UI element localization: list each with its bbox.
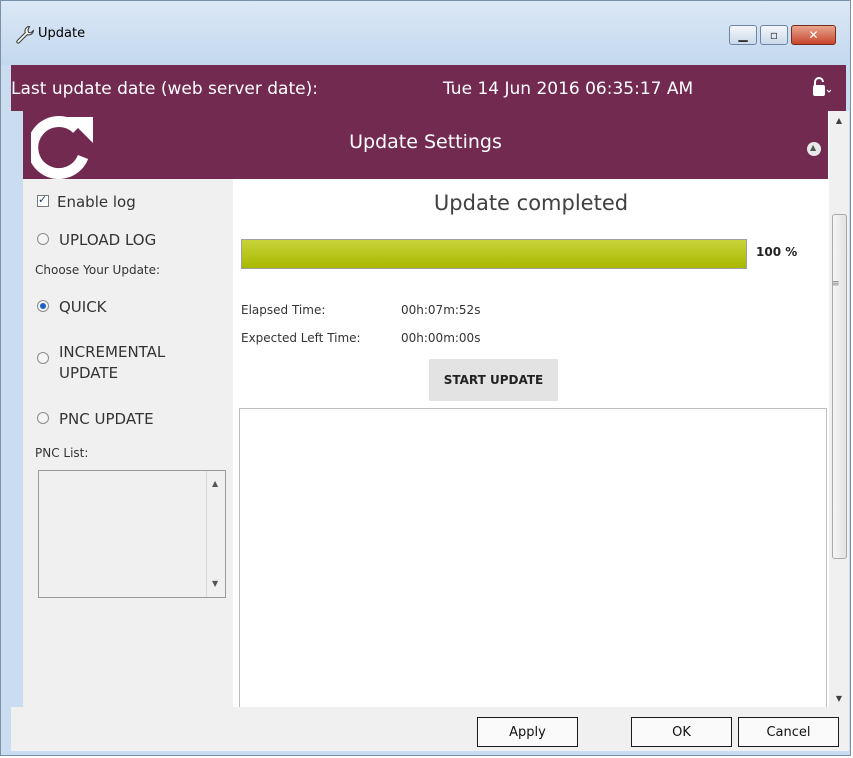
- elapsed-time-label: Elapsed Time:: [241, 303, 326, 317]
- title-bar[interactable]: Update ▁ ▫ ✕: [1, 1, 850, 65]
- scroll-down-icon[interactable]: ▼: [829, 689, 849, 707]
- dialog-footer: Apply OK Cancel: [11, 707, 849, 751]
- upload-log-label: UPLOAD LOG: [59, 231, 157, 249]
- quick-label: QUICK: [59, 298, 107, 316]
- scroll-up-icon[interactable]: ▲: [212, 479, 218, 488]
- checkbox-icon: ✓: [37, 193, 49, 207]
- wrench-icon: [16, 25, 34, 44]
- last-update-bar: Last update date (web server date): Tue …: [11, 65, 846, 111]
- scrollbar-thumb[interactable]: [832, 214, 847, 559]
- enable-log-checkbox[interactable]: ✓ Enable log: [37, 193, 136, 211]
- progress-percent: 100 %: [756, 245, 798, 259]
- padlock-icon[interactable]: [809, 76, 831, 98]
- update-status: Update completed: [433, 191, 629, 215]
- cancel-button[interactable]: Cancel: [738, 717, 839, 747]
- pnc-list-label: PNC List:: [35, 446, 89, 460]
- enable-log-label: Enable log: [57, 193, 136, 211]
- incremental-update-option[interactable]: INCREMENTAL UPDATE: [37, 342, 207, 384]
- close-button[interactable]: ✕: [791, 25, 836, 45]
- pnc-update-label: PNC UPDATE: [59, 410, 154, 428]
- scroll-up-icon[interactable]: ▲: [829, 111, 849, 129]
- minimize-icon: ▁: [738, 28, 748, 42]
- content-area: Update Settings ▲ ✓ Enable log UPLOAD LO…: [23, 111, 849, 708]
- choose-update-label: Choose Your Update:: [35, 263, 161, 277]
- radio-icon: [37, 412, 49, 424]
- last-update-label: Last update date (web server date):: [11, 79, 318, 99]
- pnc-list-scrollbar[interactable]: ▲ ▼: [206, 471, 225, 597]
- quick-option[interactable]: QUICK: [37, 298, 107, 316]
- expected-left-time-value: 00h:00m:00s: [401, 331, 481, 345]
- close-icon: ✕: [808, 28, 819, 42]
- last-update-value: Tue 14 Jun 2016 06:35:17 AM: [443, 79, 694, 99]
- expected-left-time-label: Expected Left Time:: [241, 331, 361, 345]
- minimize-button[interactable]: ▁: [729, 25, 757, 45]
- update-window: Update ▁ ▫ ✕ Last update date (web serve…: [0, 0, 851, 756]
- scroll-down-icon[interactable]: ▼: [212, 579, 218, 588]
- radio-selected-icon: [37, 300, 49, 312]
- settings-header: Update Settings ▲: [23, 111, 828, 179]
- radio-icon: [37, 233, 49, 245]
- pnc-update-option[interactable]: PNC UPDATE: [37, 410, 154, 428]
- progress-fill: [242, 240, 746, 268]
- settings-title: Update Settings: [349, 131, 502, 153]
- pnc-list[interactable]: ▲ ▼: [38, 470, 226, 598]
- options-panel: ✓ Enable log UPLOAD LOG Choose Your Upda…: [23, 179, 233, 707]
- elapsed-time-value: 00h:07m:52s: [401, 303, 481, 317]
- vertical-scrollbar[interactable]: ▲ ≡ ▼: [829, 111, 849, 707]
- chevron-up-icon[interactable]: ▲: [807, 142, 821, 156]
- progress-panel: Update completed 100 % Elapsed Time: 00h…: [233, 179, 829, 708]
- progress-bar: [241, 239, 747, 269]
- log-output[interactable]: [239, 408, 827, 708]
- ok-button[interactable]: OK: [631, 717, 732, 747]
- apply-button[interactable]: Apply: [477, 717, 578, 747]
- window-title: Update: [38, 26, 86, 41]
- start-update-button[interactable]: START UPDATE: [429, 359, 558, 401]
- maximize-button[interactable]: ▫: [760, 25, 788, 45]
- incremental-update-label: INCREMENTAL UPDATE: [59, 343, 166, 382]
- upload-log-option[interactable]: UPLOAD LOG: [37, 231, 156, 249]
- maximize-icon: ▫: [769, 28, 779, 42]
- grip-icon: ≡: [832, 279, 840, 289]
- radio-icon: [37, 352, 49, 364]
